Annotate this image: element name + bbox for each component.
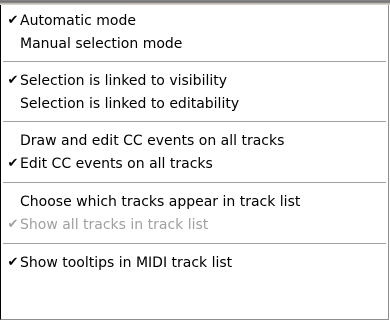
menu-item-label: Manual selection mode	[20, 36, 183, 52]
checkmark-icon	[7, 92, 19, 116]
menu-separator	[3, 182, 386, 184]
checkmark-icon: ✔	[7, 13, 19, 28]
checkmark-icon	[7, 129, 19, 153]
menu-item-show-tooltips-midi-track-list[interactable]: ✔ Show tooltips in MIDI track list	[1, 251, 388, 275]
menu-item-label: Selection is linked to editability	[20, 96, 240, 112]
menu-item-label: Automatic mode	[20, 13, 136, 29]
menu-item-label: Choose which tracks appear in track list	[20, 194, 301, 210]
checkmark-icon: ✔	[7, 255, 19, 270]
menu-item-label: Show all tracks in track list	[20, 217, 209, 233]
menu-separator	[3, 243, 386, 245]
menu-item-automatic-mode[interactable]: ✔ Automatic mode	[1, 9, 388, 33]
menu-separator	[3, 61, 386, 63]
context-menu: ✔ Automatic mode Manual selection mode ✔…	[0, 5, 389, 320]
menu-item-show-all-tracks: ✔ Show all tracks in track list	[1, 213, 388, 237]
menu-item-label: Selection is linked to visibility	[20, 73, 228, 89]
checkmark-icon	[7, 190, 19, 214]
checkmark-icon: ✔	[7, 156, 19, 171]
menu-item-selection-linked-visibility[interactable]: ✔ Selection is linked to visibility	[1, 69, 388, 93]
menu-item-edit-cc-all-tracks[interactable]: ✔ Edit CC events on all tracks	[1, 152, 388, 176]
menu-item-selection-linked-editability[interactable]: Selection is linked to editability	[1, 92, 388, 116]
menu-item-choose-tracks-track-list[interactable]: Choose which tracks appear in track list	[1, 190, 388, 214]
menu-item-draw-edit-cc-all-tracks[interactable]: Draw and edit CC events on all tracks	[1, 129, 388, 153]
menu-separator	[3, 121, 386, 123]
checkmark-icon: ✔	[7, 217, 19, 232]
checkmark-icon	[7, 32, 19, 56]
menu-item-label: Draw and edit CC events on all tracks	[20, 133, 285, 149]
menu-item-manual-selection-mode[interactable]: Manual selection mode	[1, 32, 388, 56]
menu-item-label: Edit CC events on all tracks	[20, 156, 213, 172]
checkmark-icon: ✔	[7, 73, 19, 88]
menu-item-label: Show tooltips in MIDI track list	[20, 255, 233, 271]
